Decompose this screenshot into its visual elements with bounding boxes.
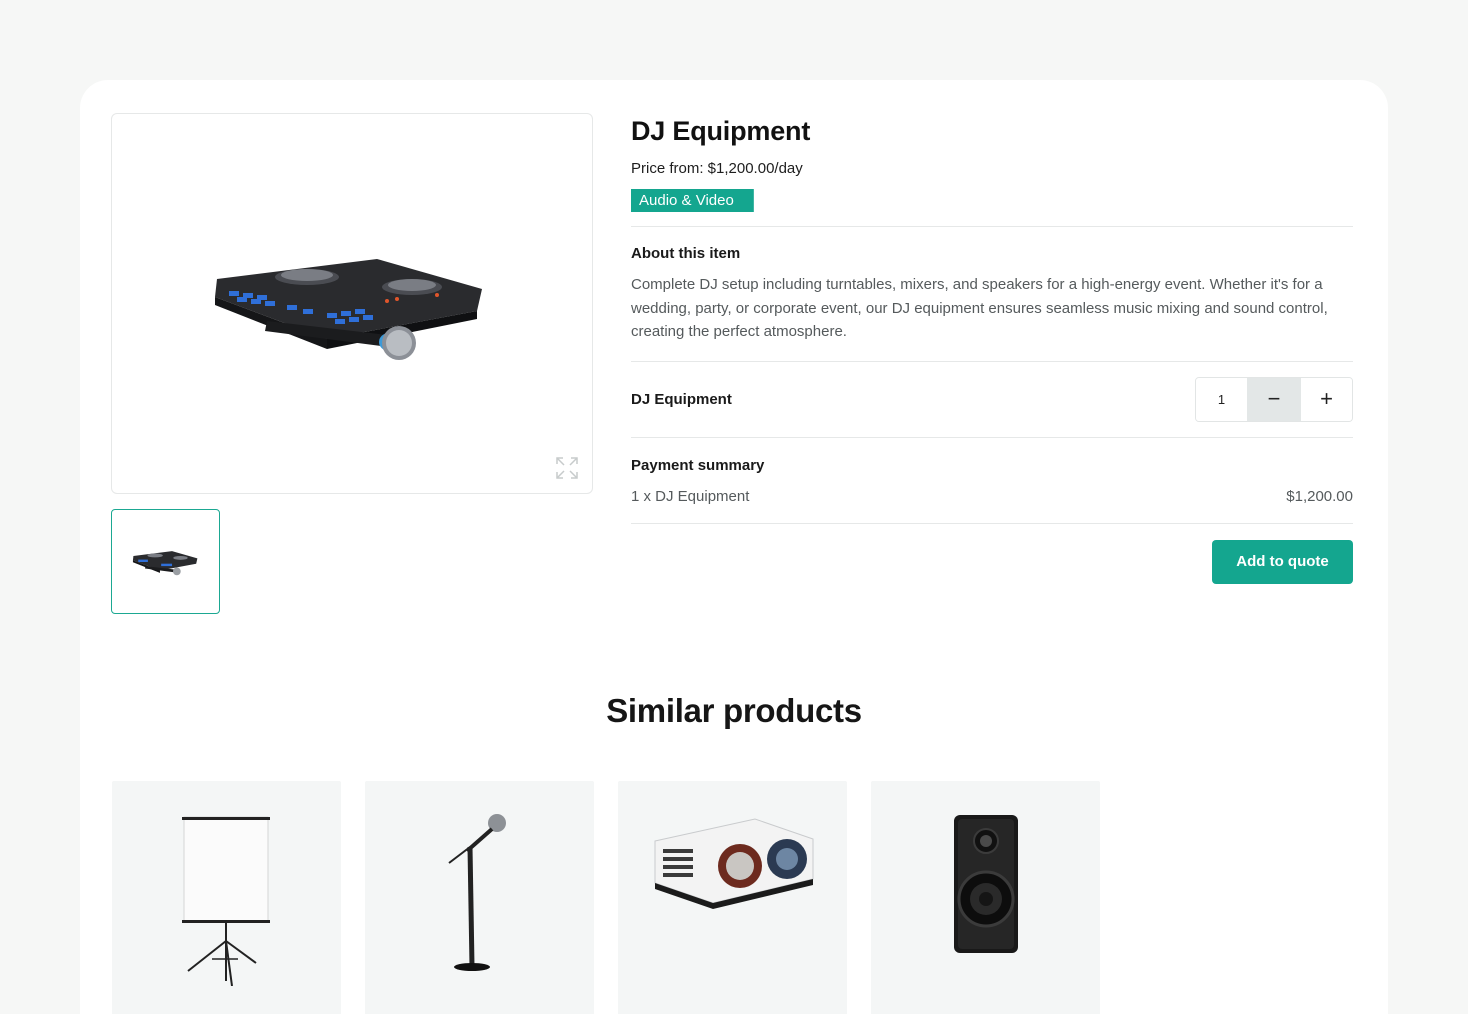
payment-line-amount: $1,200.00 [1286,487,1353,505]
category-tag[interactable]: Audio & Video [631,189,754,212]
increase-button[interactable]: + [1301,377,1352,421]
microphone-stand-icon [447,814,506,971]
quantity-value[interactable]: 1 [1196,377,1247,421]
decrease-button[interactable]: − [1247,377,1301,421]
speaker-icon [953,815,1018,953]
product-info: DJ Equipment Price from: $1,200.00/day A… [631,113,1353,584]
dj-controller-thumbnail-icon [132,550,197,575]
similar-products-list [112,781,1100,1014]
similar-products-title: Similar products [606,692,862,729]
product-title: DJ Equipment [631,116,811,146]
similar-product-speaker[interactable] [871,781,1100,1014]
payment-line-label: 1 x DJ Equipment [631,487,750,505]
about-text: Complete DJ setup including turntables, … [631,276,1328,340]
payment-heading: Payment summary [631,456,765,474]
minus-icon: − [1267,386,1281,411]
plus-icon: + [1320,386,1333,411]
thumbnail-image[interactable] [111,509,220,614]
dj-controller-image [215,258,482,360]
similar-product-projector-screen[interactable] [112,781,341,1014]
quantity-row: DJ Equipment 1 − + [631,362,1353,437]
payment-summary: Payment summary 1 x DJ Equipment $1,200.… [631,438,1353,523]
payment-line: 1 x DJ Equipment $1,200.00 [631,487,1353,507]
add-to-quote-button[interactable]: Add to quote [1212,539,1353,584]
quantity-label: DJ Equipment [631,390,732,408]
similar-product-projector[interactable] [618,781,847,1014]
projector-icon [654,818,814,909]
similar-product-microphone-stand[interactable] [365,781,594,1014]
about-heading: About this item [631,245,741,262]
projector-screen-icon [181,816,270,986]
product-price: Price from: $1,200.00/day [631,160,803,177]
expand-icon[interactable] [556,457,578,479]
product-card: DJ Equipment Price from: $1,200.00/day A… [80,80,1388,1014]
main-product-image[interactable] [111,113,593,494]
quantity-stepper: 1 − + [1195,376,1353,422]
